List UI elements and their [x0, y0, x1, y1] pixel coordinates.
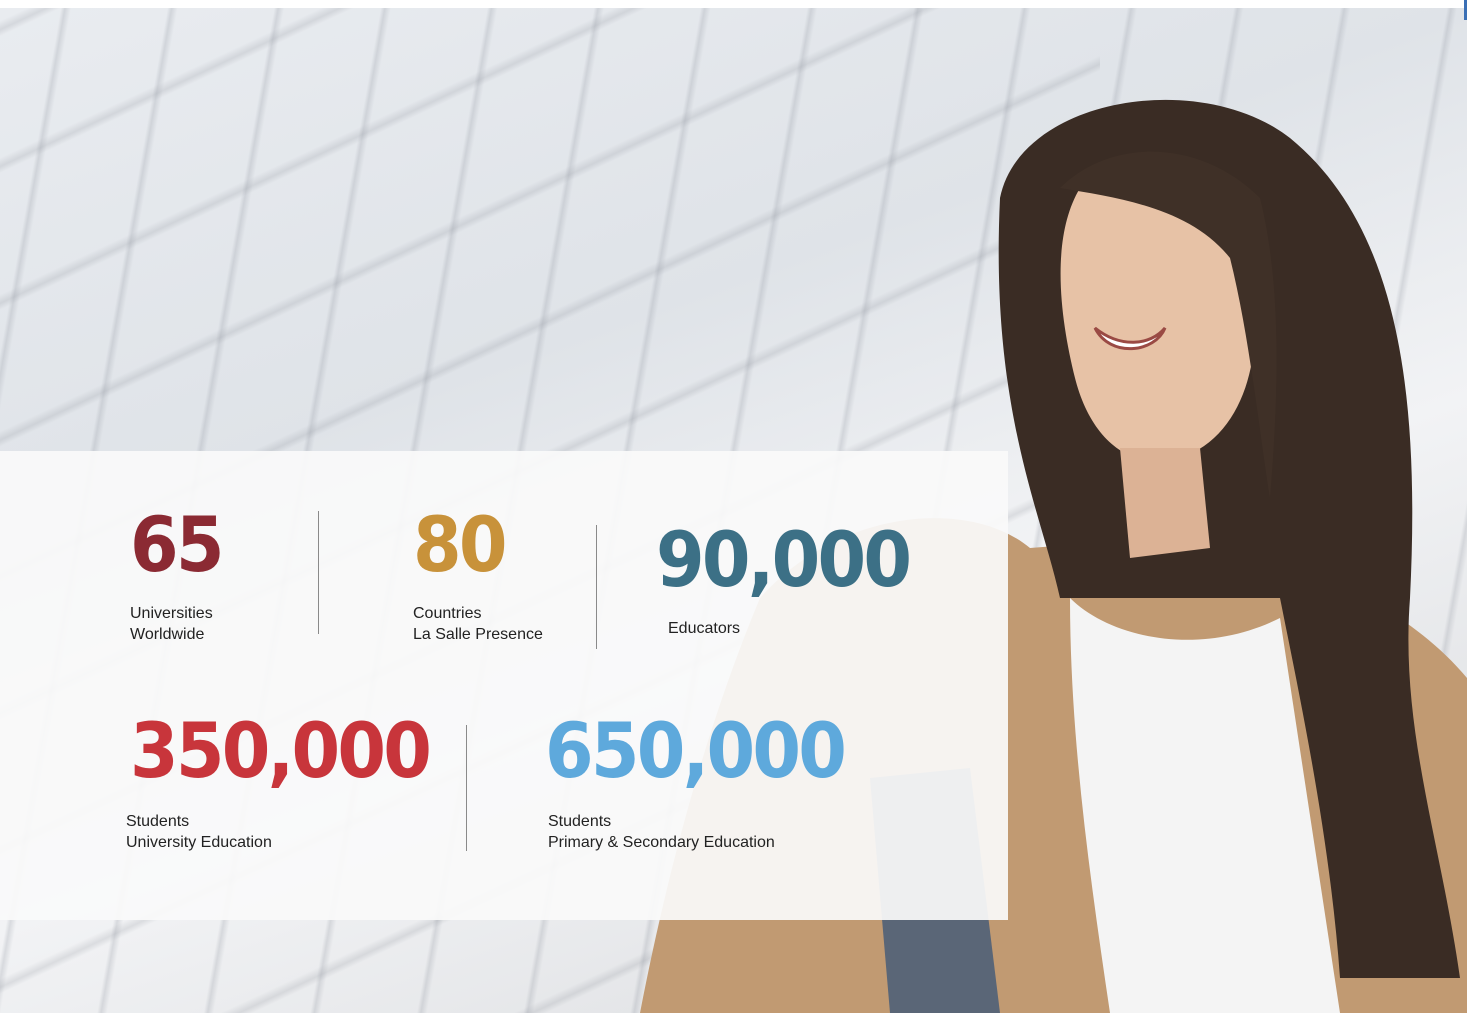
stat-school-students-value: 650,000	[545, 706, 847, 795]
stat-countries-label-line1: Countries	[413, 605, 482, 622]
stat-educators: 90,000 Educators	[656, 522, 931, 639]
statistics-panel: 65 Universities Worldwide 80 Countries L…	[0, 451, 1008, 920]
stat-school-students-label-line1: Students	[548, 813, 612, 830]
stat-countries-label-line2: La Salle Presence	[413, 626, 543, 643]
stat-universities: 65 Universities Worldwide	[130, 507, 230, 645]
stat-countries: 80 Countries La Salle Presence	[413, 507, 543, 645]
stat-countries-value: 80	[413, 500, 508, 589]
divider	[318, 511, 319, 634]
stat-educators-label-line1: Educators	[668, 620, 741, 637]
stat-university-students-value: 350,000	[130, 706, 432, 795]
stat-educators-value: 90,000	[656, 515, 912, 604]
divider	[596, 525, 597, 649]
stat-university-students-label-line1: Students	[126, 813, 190, 830]
divider	[466, 725, 467, 851]
stat-university-students: 350,000 Students University Education	[126, 706, 455, 853]
stat-university-students-label-line2: University Education	[126, 834, 272, 851]
stat-universities-value: 65	[130, 500, 225, 589]
stat-school-students: 650,000 Students Primary & Secondary Edu…	[545, 713, 870, 853]
stat-universities-label-line2: Worldwide	[130, 626, 205, 643]
stat-universities-label-line1: Universities	[130, 605, 213, 622]
stat-school-students-label-line2: Primary & Secondary Education	[548, 834, 775, 851]
